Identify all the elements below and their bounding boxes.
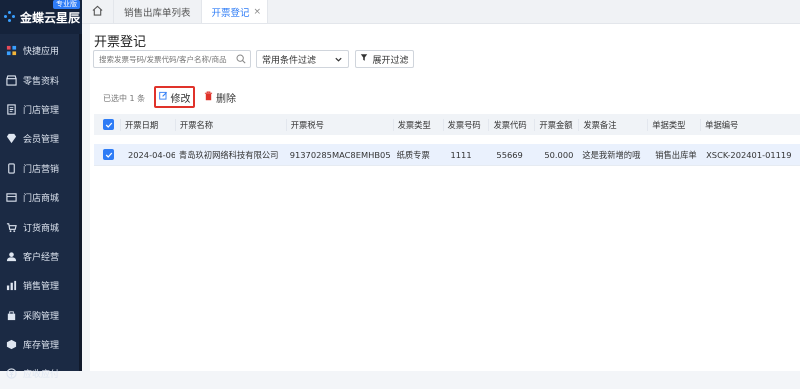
search-icon[interactable]: [236, 54, 246, 67]
phone-icon: [6, 163, 17, 174]
main-panel: 开票登记 常用条件过滤 展开过滤 已选中 1 条 修改 删除 开票日期 开票名称…: [90, 24, 800, 371]
sidebar-item-receivables-payables[interactable]: 应收应付: [0, 359, 82, 388]
edit-label: 修改: [170, 93, 191, 105]
sidebar-item-label: 客户经营: [23, 252, 60, 263]
filter-condition-value: 常用条件过滤: [262, 55, 317, 66]
delete-button[interactable]: 删除: [204, 90, 236, 105]
invoice-type-cell: 纸质专票: [396, 149, 430, 160]
delete-label: 删除: [216, 93, 236, 105]
document-icon: [6, 104, 17, 115]
table-header-row: 开票日期 开票名称 开票税号 发票类型 发票号码 发票代码 开票金额 发票备注 …: [94, 114, 800, 135]
tab-label: 开票登记: [211, 7, 250, 19]
tabs-bar: 销售出库单列表 开票登记 ×: [82, 0, 800, 24]
invoice-date-cell: 2024-04-06: [127, 149, 175, 160]
invoice-amount-cell: 50.000: [544, 149, 574, 160]
column-header[interactable]: 单据编号: [700, 118, 800, 131]
tab-label: 销售出库单列表: [124, 7, 191, 19]
sidebar: 金蝶云星辰 专业版 快捷应用 零售资料 门店管理 会员管理 门店营销 门店商城 …: [0, 0, 82, 380]
invoice-name-cell: 青岛玖初网络科技有限公司: [178, 149, 279, 160]
checkbox-checked-icon: [103, 149, 115, 160]
edition-badge: 专业版: [53, 0, 80, 9]
column-header[interactable]: 开票金额: [534, 118, 578, 131]
home-tab[interactable]: [82, 0, 114, 23]
trash-icon: [204, 90, 216, 104]
close-icon[interactable]: ×: [254, 7, 262, 17]
sidebar-item-label: 门店营销: [23, 164, 60, 175]
selected-count: 已选中 1 条: [103, 94, 146, 103]
cart-icon: [6, 222, 17, 233]
page-title: 开票登记: [94, 35, 147, 50]
logo-icon: [4, 11, 16, 23]
sidebar-item-label: 门店商城: [23, 194, 60, 205]
person-icon: [6, 251, 17, 262]
column-header[interactable]: 开票名称: [174, 118, 286, 131]
sidebar-item-label: 库存管理: [23, 341, 60, 352]
chart-icon: [6, 280, 17, 291]
sidebar-item-inventory-management[interactable]: 库存管理: [0, 330, 82, 359]
sidebar-item-store-marketing[interactable]: 门店营销: [0, 154, 82, 183]
brand-logo[interactable]: 金蝶云星辰 专业版: [0, 0, 82, 34]
sidebar-item-label: 应收应付: [23, 370, 60, 381]
sidebar-menu: 快捷应用 零售资料 门店管理 会员管理 门店营销 门店商城 订货商城 客户经营 …: [0, 36, 82, 389]
column-header[interactable]: 发票备注: [578, 118, 647, 131]
sidebar-item-quick-apps[interactable]: 快捷应用: [0, 36, 82, 65]
table-row[interactable]: 2024-04-06 青岛玖初网络科技有限公司 91370285MAC8EMHB…: [94, 144, 800, 166]
sidebar-scrollbar[interactable]: [79, 34, 82, 371]
search-box[interactable]: [93, 50, 251, 68]
diamond-icon: [6, 133, 17, 144]
sidebar-item-label: 门店管理: [23, 105, 60, 116]
invoice-remark-cell: 这是我新增的哦: [582, 149, 641, 160]
sidebar-item-order-mall[interactable]: 订货商城: [0, 212, 82, 241]
chevron-down-icon: [334, 55, 343, 67]
sidebar-item-customer-operation[interactable]: 客户经营: [0, 242, 82, 271]
column-header[interactable]: 发票类型: [392, 118, 443, 131]
sidebar-item-label: 订货商城: [23, 223, 60, 234]
tab-sales-outbound-list[interactable]: 销售出库单列表: [114, 0, 202, 23]
tax-number-cell: 91370285MAC8EMHB05: [289, 149, 391, 160]
invoice-code-cell: 55669: [496, 149, 523, 160]
search-input[interactable]: [99, 54, 237, 64]
box-icon: [6, 339, 17, 350]
grid-icon: [6, 45, 17, 56]
checkbox-checked-icon: [103, 119, 115, 130]
row-checkbox[interactable]: [94, 149, 120, 160]
column-header[interactable]: 开票日期: [119, 118, 175, 131]
brand-name: 金蝶云星辰: [20, 10, 81, 25]
store-icon: [6, 74, 17, 86]
column-header[interactable]: 发票代码: [488, 118, 534, 131]
home-icon: [92, 5, 103, 19]
document-type-cell: 销售出库单: [655, 149, 697, 160]
sidebar-item-label: 快捷应用: [23, 47, 60, 58]
expand-filter-label: 展开过滤: [372, 55, 409, 66]
money-icon: [6, 368, 17, 380]
sidebar-item-sales-management[interactable]: 销售管理: [0, 271, 82, 300]
sidebar-item-label: 销售管理: [23, 282, 60, 293]
sidebar-item-label: 会员管理: [23, 135, 60, 146]
column-header[interactable]: 开票税号: [285, 118, 393, 131]
filter-condition-select[interactable]: 常用条件过滤: [256, 50, 349, 68]
sidebar-item-purchase-management[interactable]: 采购管理: [0, 301, 82, 330]
column-header[interactable]: 发票号码: [442, 118, 489, 131]
sidebar-item-store-management[interactable]: 门店管理: [0, 95, 82, 124]
edit-button[interactable]: 修改: [154, 86, 195, 108]
edit-icon: [158, 91, 171, 103]
filter-icon: [360, 53, 372, 65]
window-icon: [6, 192, 17, 203]
document-number-cell[interactable]: XSCK-202401-01119: [700, 150, 800, 160]
column-header[interactable]: 单据类型: [647, 118, 700, 131]
invoice-table: 开票日期 开票名称 开票税号 发票类型 发票号码 发票代码 开票金额 发票备注 …: [94, 114, 800, 166]
sidebar-item-store-mall[interactable]: 门店商城: [0, 183, 82, 212]
tab-invoice-registration[interactable]: 开票登记 ×: [201, 0, 269, 23]
sidebar-item-member-management[interactable]: 会员管理: [0, 124, 82, 153]
select-all-checkbox[interactable]: [94, 119, 120, 130]
expand-filter-button[interactable]: 展开过滤: [355, 50, 414, 68]
sidebar-item-label: 零售资料: [23, 76, 60, 87]
invoice-number-cell: 1111: [450, 149, 472, 160]
sidebar-item-retail-data[interactable]: 零售资料: [0, 65, 82, 94]
sidebar-item-label: 采购管理: [23, 311, 60, 322]
bag-icon: [6, 310, 17, 321]
